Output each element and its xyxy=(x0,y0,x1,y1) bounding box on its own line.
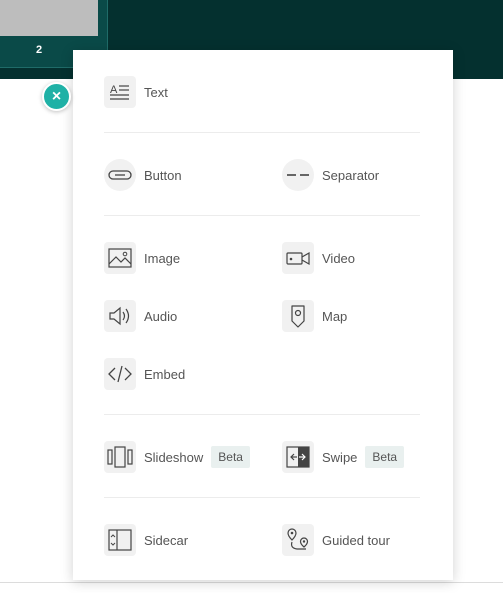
close-icon: × xyxy=(51,87,62,105)
menu-divider xyxy=(104,414,420,415)
text-block-icon: A xyxy=(104,76,136,108)
menu-item-video[interactable]: Video xyxy=(282,242,355,274)
menu-item-swipe[interactable]: Swipe Beta xyxy=(282,441,405,473)
menu-item-map[interactable]: Map xyxy=(282,300,347,332)
menu-item-text-label: Text xyxy=(144,84,168,100)
menu-item-guided-tour[interactable]: Guided tour xyxy=(282,524,390,556)
menu-item-slideshow[interactable]: Slideshow Beta xyxy=(104,441,250,473)
image-icon xyxy=(104,242,136,274)
video-camera-icon xyxy=(282,242,314,274)
menu-item-embed-label: Embed xyxy=(144,366,186,382)
menu-divider xyxy=(104,497,420,498)
menu-item-audio[interactable]: Audio xyxy=(104,300,177,332)
menu-item-sidecar[interactable]: Sidecar xyxy=(104,524,188,556)
dashed-line-icon xyxy=(282,159,314,191)
menu-item-image[interactable]: Image xyxy=(104,242,180,274)
svg-text:A: A xyxy=(110,84,118,96)
slide-number: 2 xyxy=(35,44,43,56)
page-divider xyxy=(0,582,503,583)
add-block-menu: A Text Button Separator Image Video Audi… xyxy=(73,50,453,580)
menu-divider xyxy=(104,132,420,133)
slideshow-icon xyxy=(104,441,136,473)
beta-badge: Beta xyxy=(365,446,405,468)
menu-item-image-label: Image xyxy=(144,250,181,266)
sidecar-icon xyxy=(104,524,136,556)
menu-item-slideshow-label: Slideshow xyxy=(144,449,204,465)
menu-item-audio-label: Audio xyxy=(144,308,178,324)
close-menu-button[interactable]: × xyxy=(42,82,71,111)
guided-tour-icon xyxy=(282,524,314,556)
map-pin-icon xyxy=(282,300,314,332)
menu-item-button[interactable]: Button xyxy=(104,159,182,191)
menu-item-button-label: Button xyxy=(144,167,182,183)
code-icon xyxy=(104,358,136,390)
menu-item-separator[interactable]: Separator xyxy=(282,159,379,191)
menu-item-text[interactable]: A Text xyxy=(104,76,168,108)
menu-item-video-label: Video xyxy=(322,250,356,266)
menu-item-map-label: Map xyxy=(322,308,348,324)
menu-item-swipe-label: Swipe xyxy=(322,449,358,465)
button-pill-icon xyxy=(104,159,136,191)
slide-thumbnail-image xyxy=(0,0,98,36)
swipe-icon xyxy=(282,441,314,473)
menu-item-separator-label: Separator xyxy=(322,167,380,183)
menu-divider xyxy=(104,215,420,216)
speaker-icon xyxy=(104,300,136,332)
menu-item-sidecar-label: Sidecar xyxy=(144,532,189,548)
beta-badge: Beta xyxy=(211,446,250,468)
menu-item-guided-tour-label: Guided tour xyxy=(322,532,390,548)
menu-item-embed[interactable]: Embed xyxy=(104,358,185,390)
